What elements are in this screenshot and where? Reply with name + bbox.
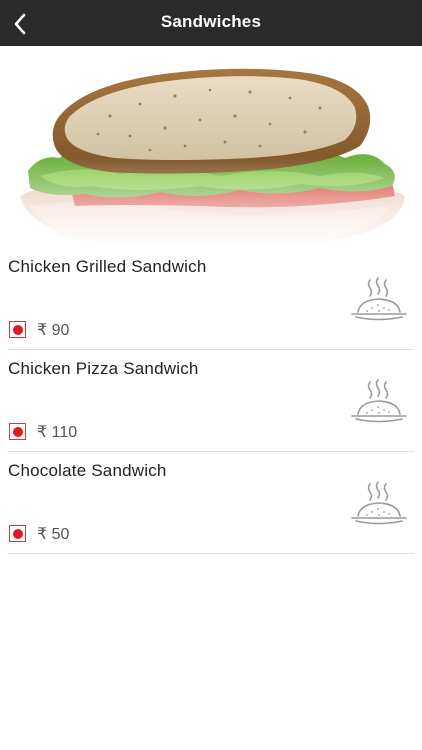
top-bar: Sandwiches: [0, 0, 422, 46]
item-price: ₹ 110: [37, 424, 78, 441]
item-name: Chocolate Sandwich: [8, 461, 167, 480]
menu-list: Chicken Grilled Sandwich ₹ 90 Chicken Pi…: [0, 248, 422, 554]
hero-image: [0, 46, 422, 248]
covered-dish-icon: [351, 481, 407, 525]
covered-dish-icon: [351, 379, 407, 423]
app-screen: Sandwiches Chicken Grilled Sandwich ₹ 90…: [0, 0, 422, 750]
menu-item[interactable]: Chicken Grilled Sandwich ₹ 90: [8, 248, 414, 350]
menu-item[interactable]: Chicken Pizza Sandwich ₹ 110: [8, 350, 414, 452]
non-veg-indicator: [9, 423, 26, 440]
item-name: Chicken Pizza Sandwich: [8, 359, 199, 378]
item-name: Chicken Grilled Sandwich: [8, 257, 207, 276]
non-veg-indicator: [9, 525, 26, 542]
item-price: ₹ 50: [37, 526, 70, 543]
item-price: ₹ 90: [37, 322, 70, 339]
non-veg-indicator: [9, 321, 26, 338]
menu-item[interactable]: Chocolate Sandwich ₹ 50: [8, 452, 414, 554]
page-title: Sandwiches: [160, 12, 262, 31]
covered-dish-icon: [351, 277, 407, 321]
sandwich-photo: [0, 46, 422, 248]
